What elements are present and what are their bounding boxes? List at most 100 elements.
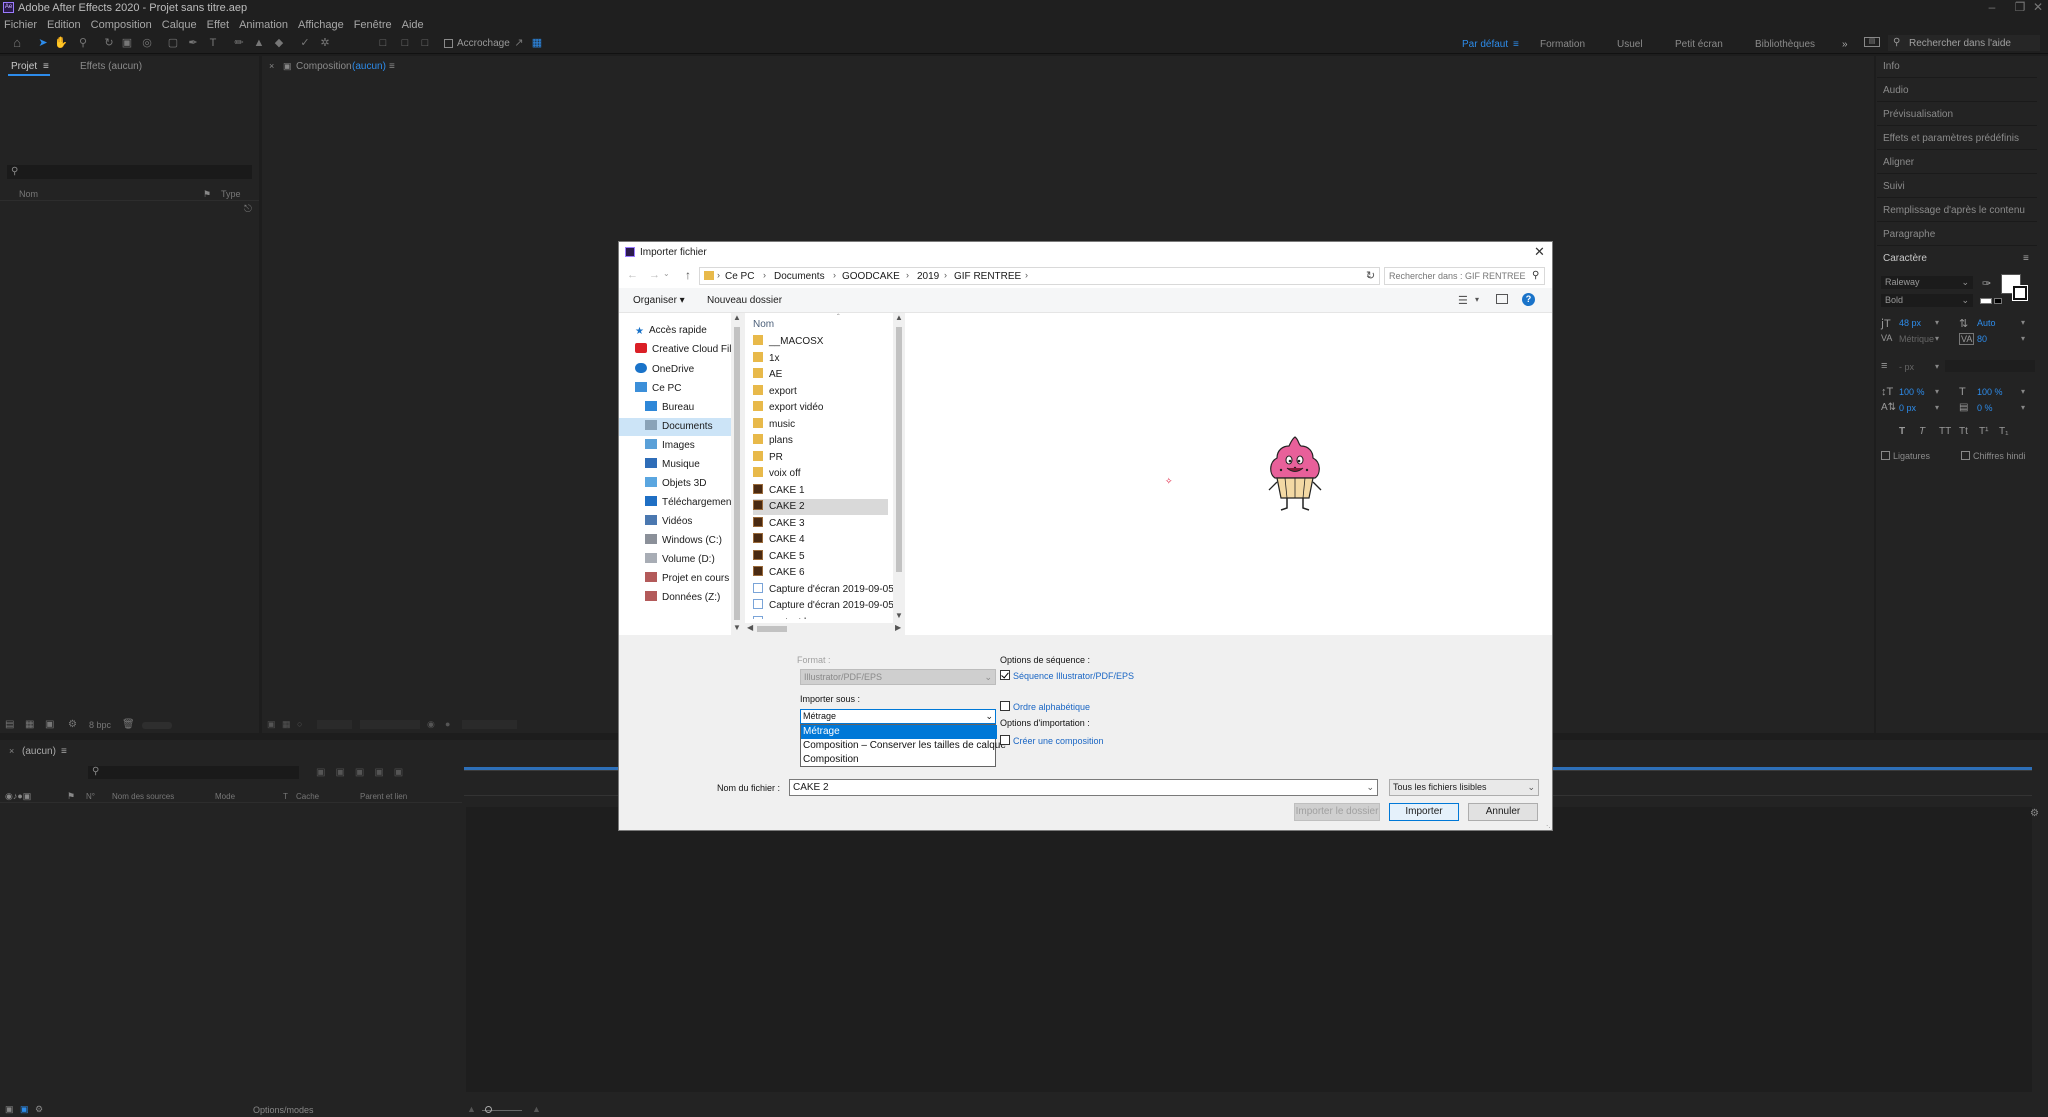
breadcrumb-gif-rentree[interactable]: GIF RENTREE (954, 271, 1021, 282)
av-switches-icon[interactable]: ◉♪●▣ (5, 791, 31, 802)
file-item[interactable]: music (753, 417, 893, 433)
breadcrumb-ce-pc[interactable]: Ce PC (725, 271, 754, 282)
menu-fenetre[interactable]: Fenêtre (349, 17, 397, 31)
vertical-scale-value[interactable]: 100 % (1899, 387, 1925, 397)
panel-preview[interactable]: Prévisualisation (1877, 104, 2037, 126)
col-t[interactable]: T (283, 792, 288, 801)
timeline-search-field[interactable]: ⚲ (88, 766, 299, 779)
tab-project[interactable]: Projet (11, 61, 37, 72)
breadcrumb-goodcake[interactable]: GOODCAKE (842, 271, 900, 282)
composition-value[interactable]: (aucun) (352, 61, 386, 72)
alpha-order-checkbox[interactable] (1000, 701, 1010, 711)
recent-locations-icon[interactable]: ⌄ (663, 269, 670, 278)
file-item[interactable]: Capture d'écran 2019-09-05 (753, 598, 893, 614)
panel-paragraph[interactable]: Paragraphe (1877, 224, 2037, 246)
files-scroll-thumb[interactable] (896, 327, 902, 572)
workspace-menu-icon[interactable]: ≡ (1513, 39, 1519, 50)
chevron-down-icon[interactable]: ▾ (2021, 403, 2025, 412)
channel-icon[interactable]: ● (445, 719, 450, 729)
comp-panel-menu-icon[interactable]: ≡ (389, 61, 395, 72)
col-parent[interactable]: Parent et lien (360, 792, 407, 801)
chevron-down-icon[interactable]: ▾ (2021, 334, 2025, 343)
pen-tool-icon[interactable]: ✒ (186, 36, 200, 50)
alpha-order-option[interactable]: Ordre alphabétique (1000, 701, 1090, 712)
toggle-switches-icon[interactable]: ▣ (5, 1104, 14, 1115)
import-as-option-comp-layer-sizes[interactable]: Composition – Conserver les tailles de c… (801, 739, 1006, 753)
clone-stamp-tool-icon[interactable]: ▲ (252, 36, 266, 50)
panel-effects-presets[interactable]: Effets et paramètres prédéfinis (1877, 128, 2037, 150)
scroll-up-icon[interactable]: ▲ (733, 313, 741, 322)
scroll-down-icon[interactable]: ▼ (895, 611, 903, 620)
file-item[interactable]: PR (753, 450, 893, 466)
more-workspaces-icon[interactable]: » (1842, 39, 1848, 50)
file-item[interactable]: plans (753, 433, 893, 449)
files-scrollbar[interactable]: ▲ ▼ (893, 313, 905, 623)
files-hscroll-thumb[interactable] (757, 626, 787, 632)
organize-button[interactable]: Organiser ▾ (633, 295, 685, 306)
tsume-value[interactable]: 0 % (1977, 403, 1993, 413)
rectangle-tool-icon[interactable]: ▢ (166, 36, 180, 50)
file-item[interactable]: __MACOSX (753, 334, 893, 350)
puppet-tool-icon[interactable]: ✲ (318, 36, 332, 50)
view-axis-icon[interactable]: □ (418, 36, 432, 50)
ligatures-option[interactable]: Ligatures (1881, 451, 1930, 461)
help-icon[interactable]: ? (1522, 293, 1535, 306)
zoom-in-icon[interactable]: ▲ (532, 1104, 541, 1114)
workspace-petit-ecran[interactable]: Petit écran (1675, 39, 1723, 50)
character-panel-menu-icon[interactable]: ≡ (2023, 253, 2029, 264)
label-tag-icon[interactable]: ⚑ (203, 189, 211, 200)
col-name[interactable]: Nom (19, 189, 38, 199)
project-search-field[interactable]: ⚲ (7, 165, 252, 179)
workspace-default[interactable]: Par défaut (1462, 39, 1508, 50)
import-as-option-composition[interactable]: Composition (801, 753, 997, 767)
new-folder-icon[interactable]: ▦ (25, 719, 34, 730)
snapping-checkbox[interactable] (444, 39, 453, 48)
magnification-icon[interactable]: ▣ (267, 719, 276, 730)
files-hscrollbar[interactable]: ◀ ▶ (745, 623, 905, 635)
toggle-render-time-icon[interactable]: ⚙ (35, 1104, 43, 1115)
file-item[interactable]: Capture d'écran 2019-09-05 (753, 582, 893, 598)
dialog-close-icon[interactable]: ✕ (1534, 244, 1545, 260)
stroke-width-value[interactable]: - px (1899, 362, 1914, 372)
chevron-down-icon[interactable]: ▾ (1935, 387, 1939, 396)
refresh-icon[interactable]: ↻ (1366, 269, 1375, 282)
file-item[interactable]: CAKE 3 (753, 516, 893, 532)
view-options-icon[interactable]: ☰ (1458, 294, 1468, 307)
file-item[interactable]: CAKE 6 (753, 565, 893, 581)
new-folder-button[interactable]: Nouveau dossier (707, 295, 782, 306)
back-arrow-icon[interactable]: ← (627, 269, 638, 281)
timeline-tab[interactable]: (aucun) (22, 746, 56, 757)
roto-brush-tool-icon[interactable]: ✓ (298, 36, 312, 50)
sequence-option[interactable]: Séquence Illustrator/PDF/EPS (1000, 670, 1134, 681)
timeline-zoom-handle[interactable] (485, 1106, 492, 1113)
flowchart-icon[interactable]: ⎋ (244, 204, 252, 215)
zoom-dropdown[interactable] (317, 720, 352, 729)
project-panel-menu-icon[interactable]: ≡ (43, 61, 49, 72)
resize-grip-icon[interactable]: ⋱ (1546, 824, 1553, 832)
file-item[interactable]: voix off (753, 466, 893, 482)
files-header-name[interactable]: Nom (753, 319, 774, 330)
timeline-switches[interactable]: ▣▣▣▣▣ (316, 767, 456, 779)
rotate-tool-icon[interactable]: ↻ (102, 36, 116, 50)
bpc-value[interactable]: 8 bpc (89, 720, 111, 730)
lock-icon[interactable]: ▣ (283, 61, 292, 72)
filetype-dropdown[interactable]: Tous les fichiers lisibles ⌄ (1389, 779, 1539, 796)
panel-align[interactable]: Aligner (1877, 152, 2037, 174)
tab-composition[interactable]: Composition (296, 61, 352, 72)
scroll-left-icon[interactable]: ◀ (747, 623, 753, 632)
world-axis-icon[interactable]: □ (398, 36, 412, 50)
breadcrumb-bar[interactable]: › Ce PC › Documents › GOODCAKE › 2019 › … (699, 267, 1380, 285)
import-as-dropdown[interactable]: Métrage ⌄ (800, 709, 996, 724)
chevron-down-icon[interactable]: ▾ (1475, 295, 1479, 304)
adjust-settings-icon[interactable]: ⚙ (68, 719, 77, 730)
font-size-value[interactable]: 48 px (1899, 318, 1921, 328)
file-item[interactable]: CAKE 4 (753, 532, 893, 548)
close-tab-icon[interactable]: × (269, 61, 274, 71)
chevron-down-icon[interactable]: ▾ (1935, 334, 1939, 343)
snap-options-icon[interactable]: ↗ (512, 36, 526, 50)
nav-scrollbar[interactable]: ▲ ▼ (731, 313, 743, 635)
menu-aide[interactable]: Aide (397, 17, 429, 31)
stroke-style-dropdown[interactable] (1945, 360, 2035, 372)
file-item[interactable]: export vidéo (753, 400, 893, 416)
chevron-down-icon[interactable]: ▾ (2021, 318, 2025, 327)
